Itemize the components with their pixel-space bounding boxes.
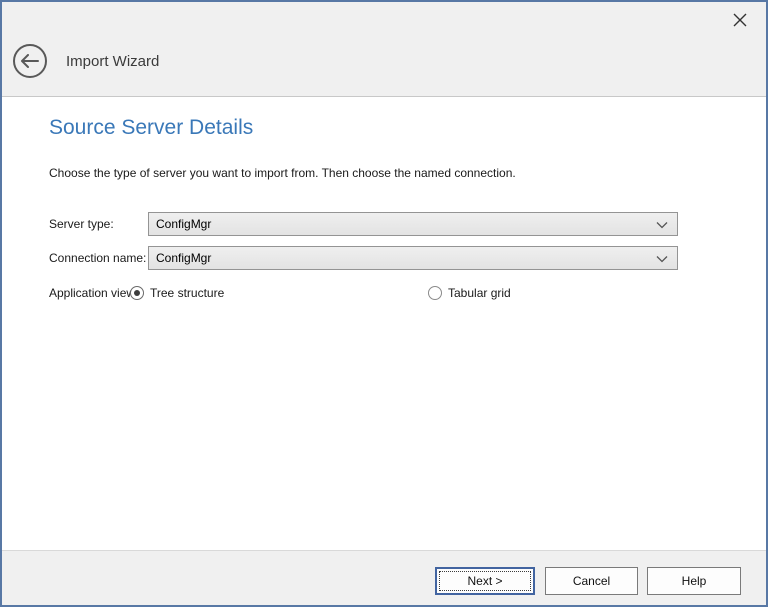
wizard-header: Import Wizard <box>2 2 766 97</box>
radio-selected-icon <box>130 286 144 300</box>
server-type-label: Server type: <box>49 212 114 236</box>
close-button[interactable] <box>726 6 754 34</box>
radio-option-label: Tabular grid <box>448 286 511 300</box>
page-title: Source Server Details <box>49 114 253 142</box>
server-type-value: ConfigMgr <box>156 217 211 231</box>
help-button[interactable]: Help <box>647 567 741 595</box>
server-type-dropdown[interactable]: ConfigMgr <box>148 212 678 236</box>
window-title: Import Wizard <box>66 52 159 72</box>
arrow-left-icon <box>20 54 40 68</box>
connection-name-dropdown[interactable]: ConfigMgr <box>148 246 678 270</box>
chevron-down-icon <box>656 221 668 229</box>
radio-unselected-icon <box>428 286 442 300</box>
radio-option-tree-structure[interactable]: Tree structure <box>130 285 224 301</box>
import-wizard-dialog: Import Wizard Source Server Details Choo… <box>0 0 768 607</box>
application-view-label: Application view: <box>49 285 138 301</box>
close-icon <box>732 12 748 28</box>
connection-name-label: Connection name: <box>49 246 146 270</box>
radio-option-label: Tree structure <box>150 286 224 300</box>
back-button[interactable] <box>13 44 47 78</box>
wizard-footer: Next > Cancel Help <box>2 550 766 605</box>
next-button[interactable]: Next > <box>435 567 535 595</box>
chevron-down-icon <box>656 255 668 263</box>
radio-option-tabular-grid[interactable]: Tabular grid <box>428 285 511 301</box>
connection-name-value: ConfigMgr <box>156 251 211 265</box>
page-description: Choose the type of server you want to im… <box>49 166 516 181</box>
wizard-content: Source Server Details Choose the type of… <box>2 98 766 550</box>
cancel-button[interactable]: Cancel <box>545 567 638 595</box>
